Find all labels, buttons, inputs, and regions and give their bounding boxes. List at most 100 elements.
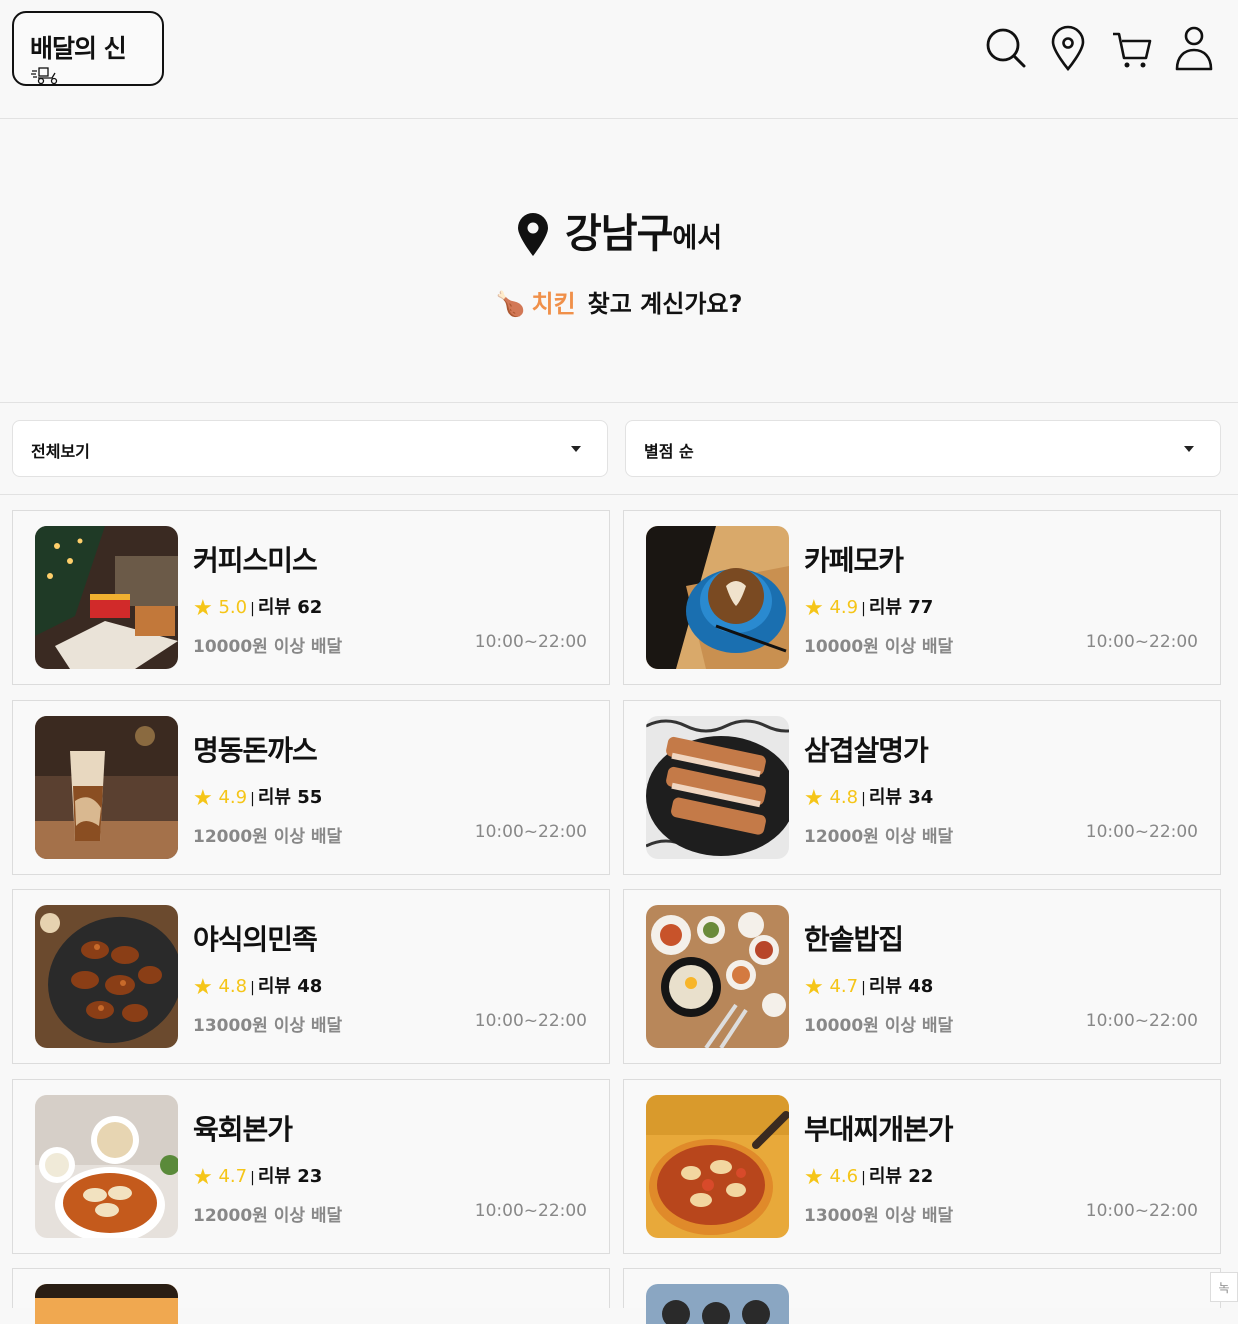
store-rating: ★ 4.6 | 리뷰 22 [804,1162,933,1190]
store-rating: ★ 4.8 | 리뷰 48 [193,972,322,1000]
store-name: 커피스미스 [193,544,318,577]
district-name[interactable]: 강남구 [565,211,673,257]
star-icon: ★ [193,786,213,811]
star-icon: ★ [193,1165,213,1190]
store-card[interactable]: 명동돈까스 ★ 4.9 | 리뷰 55 12000원 이상 배달 10:00~22:… [12,700,610,875]
map-pin-icon [517,213,548,256]
store-image [35,1095,178,1238]
separator: | [861,601,866,617]
review-count: 리뷰 62 [257,597,323,618]
caret-down-icon [571,446,581,452]
min-order: 12000원 이상 배달 [193,1206,343,1226]
store-name: 삼겹살명가 [804,734,929,767]
business-hours: 10:00~22:00 [1085,1011,1198,1031]
store-name: 명동돈까스 [193,734,318,767]
review-count: 리뷰 22 [868,1166,934,1187]
store-rating: ★ 4.7 | 리뷰 48 [804,972,933,1000]
business-hours: 10:00~22:00 [474,1011,587,1031]
user-icon[interactable] [1172,24,1216,72]
min-order: 10000원 이상 배달 [804,637,954,657]
rating-score: 4.8 [218,976,248,997]
rating-score: 4.8 [829,787,859,808]
store-card[interactable]: 육회본가 ★ 4.7 | 리뷰 23 12000원 이상 배달 10:00~22:0… [12,1079,610,1254]
separator: | [250,601,255,617]
review-count: 리뷰 34 [868,787,934,808]
store-image [35,716,178,859]
store-image [646,905,789,1048]
review-count: 리뷰 23 [257,1166,323,1187]
separator: | [861,791,866,807]
store-name: 육회본가 [193,1113,293,1146]
store-rating: ★ 4.9 | 리뷰 55 [193,783,322,811]
location-pin-icon[interactable] [1046,24,1090,72]
star-icon: ★ [804,596,824,621]
caret-down-icon [1184,446,1194,452]
cart-icon[interactable] [1110,24,1154,72]
logo[interactable]: 배달의 신 [12,11,164,86]
corner-badge[interactable]: 녹 [1210,1272,1238,1302]
store-card[interactable]: 한솥밥집 ★ 4.7 | 리뷰 48 10000원 이상 배달 10:00~22:0… [623,889,1221,1064]
hero-keyword: 치킨 [531,290,576,318]
location-heading: 강남구에서 [0,201,1238,259]
business-hours: 10:00~22:00 [1085,1201,1198,1221]
store-rating: ★ 5.0 | 리뷰 62 [193,593,322,621]
review-count: 리뷰 48 [868,976,934,997]
store-image [646,716,789,859]
min-order: 13000원 이상 배달 [193,1016,343,1036]
chicken-leg-icon: 🍗 [495,290,526,318]
rating-score: 4.9 [218,787,248,808]
filter-bar: 전체보기 별점 순 [0,403,1238,495]
min-order: 12000원 이상 배달 [804,827,954,847]
store-image [646,1284,789,1324]
store-rating: ★ 4.8 | 리뷰 34 [804,783,933,811]
store-name: 부대찌개본가 [804,1113,954,1146]
category-select[interactable]: 전체보기 [12,420,608,477]
store-card[interactable] [623,1268,1221,1324]
min-order: 13000원 이상 배달 [804,1206,954,1226]
star-icon: ★ [804,1165,824,1190]
star-icon: ★ [804,786,824,811]
scooter-icon [31,67,58,85]
store-name: 한솥밥집 [804,923,904,956]
hero-question: 🍗 치킨 찾고 계신가요? [0,284,1238,319]
store-name: 카페모카 [804,544,904,577]
store-image [35,526,178,669]
review-count: 리뷰 55 [257,787,323,808]
separator: | [250,1170,255,1186]
store-image [646,526,789,669]
min-order: 12000원 이상 배달 [193,827,343,847]
star-icon: ★ [804,975,824,1000]
review-count: 리뷰 48 [257,976,323,997]
min-order: 10000원 이상 배달 [804,1016,954,1036]
business-hours: 10:00~22:00 [1085,822,1198,842]
rating-score: 5.0 [218,597,248,618]
min-order: 10000원 이상 배달 [193,637,343,657]
logo-text: 배달의 신 [30,34,127,63]
rating-score: 4.7 [829,976,859,997]
store-card[interactable]: 커피스미스 ★ 5.0 | 리뷰 62 10000원 이상 배달 10:00~22:… [12,510,610,685]
site-header: 배달의 신 [0,0,1238,119]
separator: | [861,1170,866,1186]
store-image [35,1284,178,1324]
district-suffix: 에서 [672,223,723,254]
hero-question-text: 찾고 계신가요? [587,290,743,318]
store-card[interactable]: 야식의민족 ★ 4.8 | 리뷰 48 13000원 이상 배달 10:00~22:… [12,889,610,1064]
store-name: 야식의민족 [193,923,318,956]
business-hours: 10:00~22:00 [474,1201,587,1221]
business-hours: 10:00~22:00 [474,632,587,652]
star-icon: ★ [193,596,213,621]
store-card[interactable]: 부대찌개본가 ★ 4.6 | 리뷰 22 13000원 이상 배달 10:00~22… [623,1079,1221,1254]
rating-score: 4.7 [218,1166,248,1187]
sort-select-value: 별점 순 [644,442,694,461]
business-hours: 10:00~22:00 [474,822,587,842]
store-rating: ★ 4.9 | 리뷰 77 [804,593,933,621]
search-icon[interactable] [984,24,1028,72]
store-image [35,905,178,1048]
store-card[interactable]: 카페모카 ★ 4.9 | 리뷰 77 10000원 이상 배달 10:00~22:0… [623,510,1221,685]
store-card[interactable]: 삼겹살명가 ★ 4.8 | 리뷰 34 12000원 이상 배달 10:00~22:… [623,700,1221,875]
rating-score: 4.9 [829,597,859,618]
store-card[interactable] [12,1268,610,1324]
sort-select[interactable]: 별점 순 [625,420,1221,477]
separator: | [861,980,866,996]
separator: | [250,791,255,807]
